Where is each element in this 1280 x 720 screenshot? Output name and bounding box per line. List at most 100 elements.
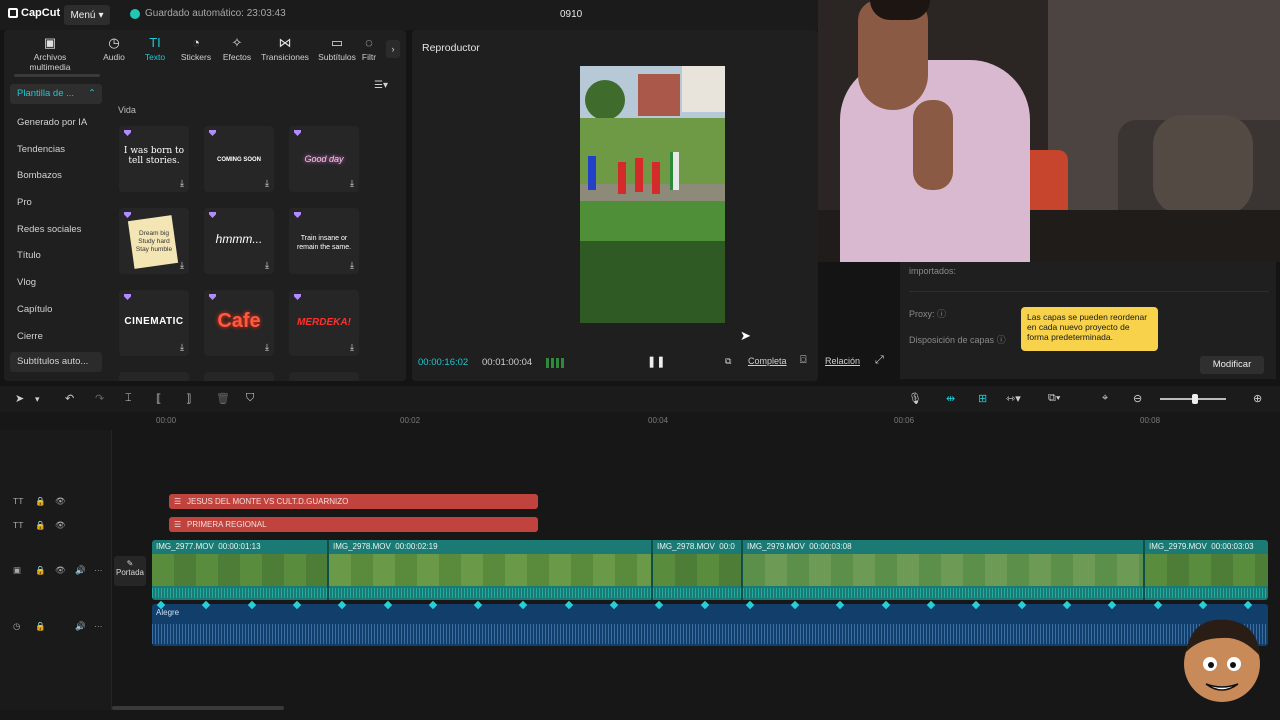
- template-tile[interactable]: Cafe ⤓: [204, 290, 274, 356]
- clip-duration: 00:00:03:03: [1211, 542, 1254, 551]
- speaker-icon[interactable]: 🔊: [75, 621, 86, 632]
- template-tile[interactable]: COMING SOON ⤓: [204, 126, 274, 192]
- delete-icon[interactable]: 🗑: [216, 392, 230, 405]
- category-item[interactable]: Vlog: [10, 270, 102, 297]
- preview-axis-icon[interactable]: ⧉▾: [1048, 392, 1060, 405]
- info-icon[interactable]: ⓘ: [997, 335, 1006, 345]
- download-icon[interactable]: ⤓: [180, 178, 184, 189]
- zoom-slider-handle[interactable]: [1192, 394, 1198, 404]
- download-icon[interactable]: ⤓: [350, 260, 354, 271]
- text-clip[interactable]: ☰ PRIMERA REGIONAL: [169, 517, 538, 532]
- select-tool-icon[interactable]: ➤: [15, 392, 24, 405]
- info-icon[interactable]: ⓘ: [937, 309, 946, 319]
- more-icon[interactable]: ···: [94, 621, 103, 631]
- tab-filters[interactable]: ◌ Filtr: [354, 34, 384, 63]
- split-right-icon[interactable]: ⟧: [186, 392, 191, 405]
- category-item[interactable]: Capítulo: [10, 297, 102, 324]
- ruler-label: 00:06: [894, 416, 915, 425]
- download-icon[interactable]: ⤓: [350, 342, 354, 353]
- download-icon[interactable]: ⤓: [265, 342, 269, 353]
- split-left-icon[interactable]: ⟦: [156, 392, 161, 405]
- auto-snap-icon[interactable]: ⊞: [978, 392, 987, 405]
- video-clip[interactable]: IMG_2977.MOV 00:00:01:13: [152, 540, 329, 600]
- lock-icon[interactable]: 🔒: [35, 520, 46, 531]
- video-clip[interactable]: IMG_2979.MOV 00:00:03:08: [743, 540, 1145, 600]
- fit-timeline-icon[interactable]: ⌖: [1102, 392, 1108, 405]
- filter-icon[interactable]: ☰▾: [374, 80, 388, 91]
- project-name[interactable]: 0910: [560, 9, 582, 20]
- zoom-out-icon[interactable]: ⊖: [1133, 392, 1142, 405]
- video-clip[interactable]: IMG_2979.MOV 00:00:03:03: [1145, 540, 1268, 600]
- redo-icon[interactable]: ↷: [95, 392, 104, 405]
- video-clip[interactable]: IMG_2978.MOV 00:0: [653, 540, 743, 600]
- autosave-text: Guardado automático: 23:03:43: [145, 8, 286, 19]
- download-icon[interactable]: ⤓: [265, 260, 269, 271]
- download-icon[interactable]: ⤓: [180, 260, 184, 271]
- proxy-label-text: Proxy:: [909, 309, 935, 319]
- speaker-icon[interactable]: 🔊: [75, 565, 86, 576]
- clip-name: IMG_2978.MOV: [333, 542, 391, 551]
- download-icon[interactable]: ⤓: [350, 178, 354, 189]
- building: [682, 66, 725, 112]
- cover-button[interactable]: ✎ Portada: [114, 556, 146, 586]
- chevron-right-icon[interactable]: ›: [386, 40, 400, 58]
- tab-media[interactable]: ▣ Archivos multimedia: [20, 34, 80, 73]
- modify-button[interactable]: Modificar: [1200, 356, 1264, 374]
- category-item[interactable]: Redes sociales: [10, 217, 102, 244]
- category-item[interactable]: Bombazos: [10, 163, 102, 190]
- text-clip[interactable]: ☰ JESUS DEL MONTE VS CULT.D.GUARNIZO: [169, 494, 538, 509]
- template-tile[interactable]: MERDEKA! ⤓: [289, 290, 359, 356]
- template-tile[interactable]: Train insane or remain the same. ⤓: [289, 208, 359, 274]
- clip-duration: 00:0: [719, 542, 735, 551]
- tab-audio-label: Audio: [103, 52, 125, 62]
- undo-icon[interactable]: ↶: [65, 392, 74, 405]
- lock-icon[interactable]: 🔒: [35, 621, 46, 632]
- category-auto-subtitles[interactable]: Subtítulos auto...: [10, 352, 102, 373]
- more-icon[interactable]: ···: [94, 565, 103, 575]
- main-track-magnet-icon[interactable]: ⇹: [946, 392, 955, 405]
- download-icon[interactable]: ⤓: [180, 342, 184, 353]
- eye-icon[interactable]: 👁: [55, 565, 66, 576]
- ruler-label: 00:08: [1140, 416, 1161, 425]
- snapshot-icon[interactable]: ⌼: [800, 354, 807, 367]
- pause-icon[interactable]: ❚❚: [647, 355, 665, 368]
- category-item[interactable]: Cierre: [10, 324, 102, 351]
- eye-icon[interactable]: 👁: [55, 520, 66, 531]
- tab-transitions[interactable]: ⋈ Transiciones: [255, 34, 315, 63]
- full-quality-button[interactable]: Completa: [748, 356, 787, 366]
- download-icon[interactable]: ⤓: [265, 178, 269, 189]
- template-tile[interactable]: Good day ⤓: [289, 126, 359, 192]
- timeline-scrollbar[interactable]: [112, 706, 284, 710]
- template-text: I was born to tell stories.: [123, 146, 185, 166]
- menu-button[interactable]: Menú ▾: [64, 5, 110, 25]
- category-item[interactable]: Título: [10, 243, 102, 270]
- player-title: Reproductor: [422, 42, 480, 54]
- eye-icon[interactable]: 👁: [55, 496, 66, 507]
- clip-label: IMG_2979.MOV 00:00:03:08: [747, 542, 852, 551]
- audio-track[interactable]: Alegre: [152, 604, 1268, 646]
- microphone-icon[interactable]: 🎙: [908, 392, 922, 405]
- category-item[interactable]: Pro: [10, 190, 102, 217]
- category-item[interactable]: Tendencias: [10, 137, 102, 164]
- category-list: Plantilla de ... ⌃ Generado por IA Tende…: [10, 84, 102, 373]
- template-tile[interactable]: Dream big Study hard Stay humble ⤓: [119, 208, 189, 274]
- category-templates[interactable]: Plantilla de ... ⌃: [10, 84, 102, 104]
- aspect-ratio-button[interactable]: Relación: [825, 356, 860, 366]
- timeline-toolbar: [0, 386, 1280, 412]
- template-tile[interactable]: I was born to tell stories. ⤓: [119, 126, 189, 192]
- split-icon[interactable]: ⌶: [125, 392, 132, 405]
- crop-icon[interactable]: ⧉: [725, 356, 731, 367]
- link-icon[interactable]: ⇿▾: [1006, 392, 1021, 405]
- fullscreen-icon[interactable]: ⤢: [875, 354, 884, 367]
- lock-icon[interactable]: 🔒: [35, 565, 46, 576]
- video-preview[interactable]: [580, 66, 725, 323]
- chevron-down-icon[interactable]: ▾: [35, 394, 40, 405]
- template-tile[interactable]: CINEMATIC ⤓: [119, 290, 189, 356]
- template-tile[interactable]: hmmm... ⤓: [204, 208, 274, 274]
- zoom-in-icon[interactable]: ⊕: [1253, 392, 1262, 405]
- category-item[interactable]: Generado por IA: [10, 110, 102, 137]
- shield-icon[interactable]: ⛉: [246, 392, 254, 405]
- video-clip[interactable]: IMG_2978.MOV 00:00:02:19: [329, 540, 653, 600]
- text-track-icon: TT: [13, 520, 24, 530]
- lock-icon[interactable]: 🔒: [35, 496, 46, 507]
